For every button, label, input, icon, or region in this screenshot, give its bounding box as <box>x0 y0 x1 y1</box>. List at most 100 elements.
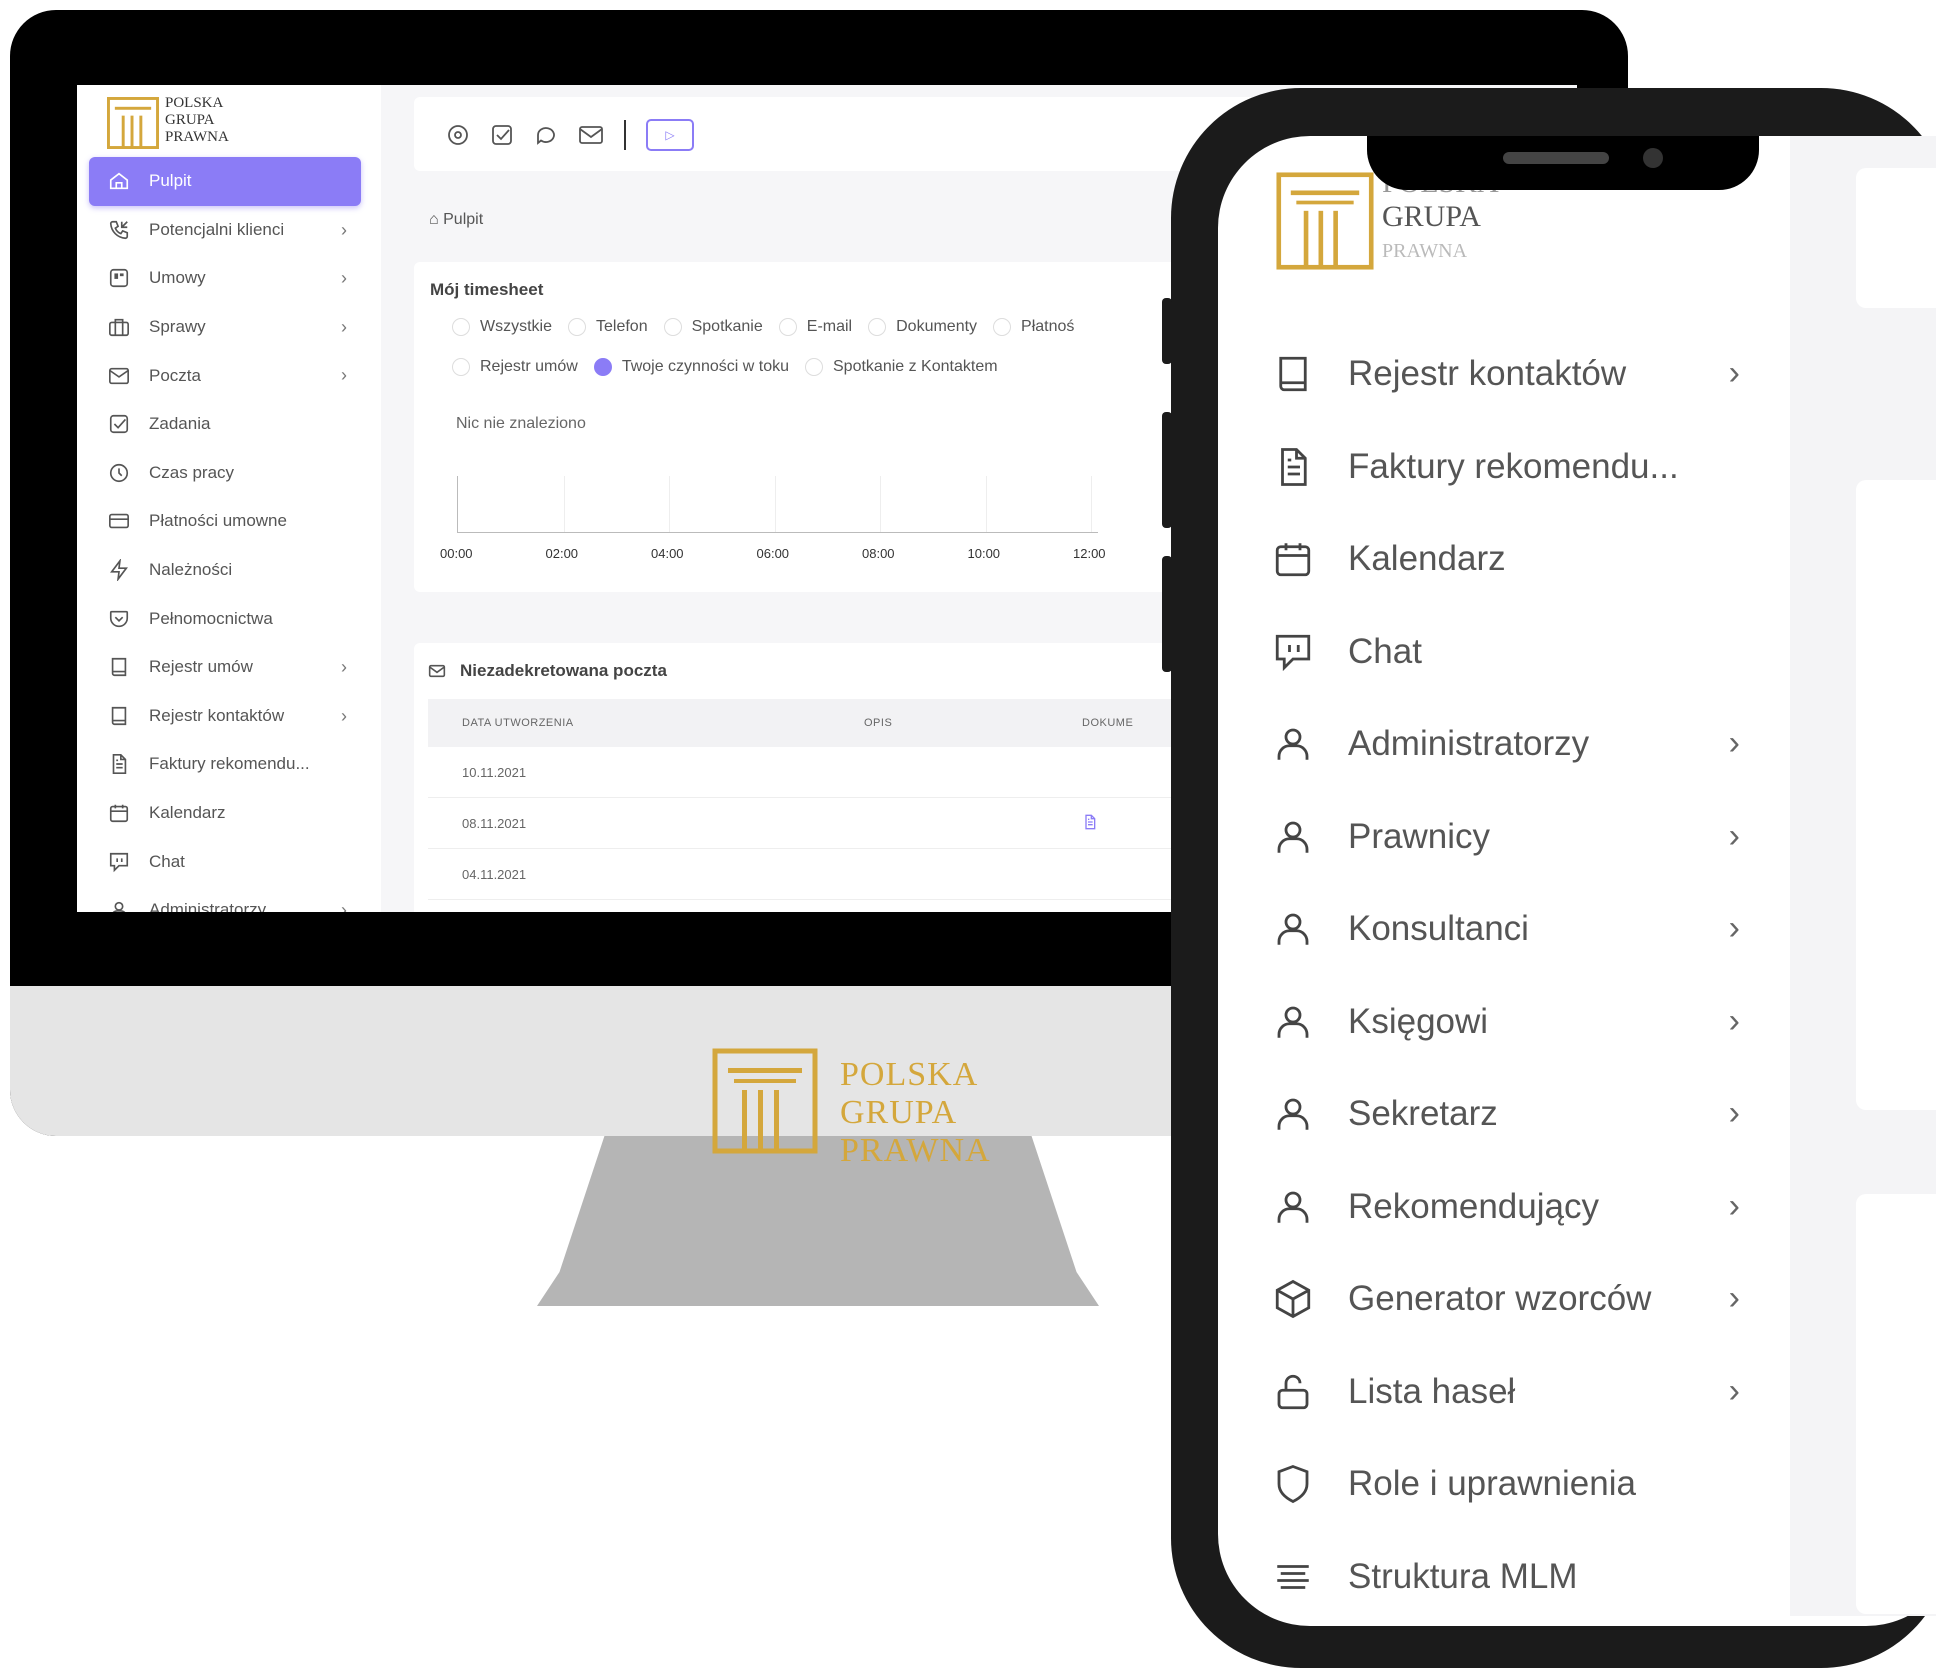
phone-menu-item-konsultanci[interactable]: Konsultanci › <box>1270 883 1740 976</box>
description-cell <box>863 797 1081 849</box>
sidebar-item-pelnomocnictwa[interactable]: Pełnomocnictwa <box>89 594 361 643</box>
filter-radio-telefon[interactable]: Telefon <box>568 318 648 336</box>
sidebar-item-zadania[interactable]: Zadania <box>89 400 361 449</box>
radio-indicator[interactable] <box>868 318 887 336</box>
sidebar-item-umowy[interactable]: Umowy › <box>89 254 361 303</box>
description-cell <box>863 747 1081 798</box>
toolbar-divider <box>624 120 626 150</box>
chevron-right-icon: › <box>341 705 347 726</box>
table-row[interactable]: 27.10.2021 <box>428 899 1188 912</box>
chevron-right-icon: › <box>1728 1001 1740 1040</box>
filter-radio-spotkanie[interactable]: Spotkanie <box>663 318 763 336</box>
chat-bubble-icon[interactable] <box>534 123 558 147</box>
filter-radio-twoje-czynnosci-w-toku[interactable]: Twoje czynności w toku <box>593 358 789 376</box>
radio-indicator[interactable] <box>568 318 586 336</box>
play-button[interactable]: ▷ <box>646 119 694 151</box>
phone-menu-item-generator-wzorcow[interactable]: Generator wzorców › <box>1270 1253 1740 1346</box>
filter-radio-dokumenty[interactable]: Dokumenty <box>868 318 977 336</box>
sidebar-item-potencjalni-klienci[interactable]: Potencjalni klienci › <box>89 206 361 255</box>
box-icon <box>1270 1276 1316 1322</box>
align-icon <box>1270 1554 1316 1600</box>
phone-menu-item-administratorzy[interactable]: Administratorzy › <box>1270 698 1740 791</box>
phone-menu-item-chat[interactable]: Chat <box>1270 606 1740 699</box>
phone-notch <box>1367 136 1759 190</box>
phone-menu-item-role-i-uprawnienia[interactable]: Role i uprawnienia <box>1270 1438 1740 1531</box>
sidebar-item-faktury-rekomendu[interactable]: Faktury rekomendu... <box>89 740 361 789</box>
brand-logo-chin: POLSKA GRUPA PRAWNA <box>712 1048 990 1169</box>
phone-menu-item-faktury-rekomendu[interactable]: Faktury rekomendu... <box>1270 421 1740 514</box>
sidebar-item-label: Płatności umowne <box>149 511 287 531</box>
phone-menu-item-rekomendujacy[interactable]: Rekomendujący › <box>1270 1161 1740 1254</box>
filter-radio-spotkanie-z-kontaktem[interactable]: Spotkanie z Kontaktem <box>805 358 998 376</box>
mail-icon[interactable] <box>578 123 604 147</box>
book-icon <box>107 704 131 728</box>
column-header[interactable]: OPIS <box>863 699 1081 747</box>
column-header[interactable]: DATA UTWORZENIA <box>428 699 863 747</box>
pocket-icon <box>107 607 131 631</box>
sidebar-item-label: Zadania <box>149 414 211 434</box>
sidebar-item-label: Czas pracy <box>149 462 235 482</box>
phone-menu-label: Rekomendujący <box>1348 1186 1599 1226</box>
sidebar-item-poczta[interactable]: Poczta › <box>89 351 361 400</box>
table-row[interactable]: 10.11.2021 <box>428 747 1188 798</box>
sidebar-item-label: Rejestr kontaktów <box>149 705 285 725</box>
date-cell: 04.11.2021 <box>428 848 863 900</box>
timesheet-filters-row2: Rejestr umów Twoje czynności w toku Spotka… <box>452 358 1014 376</box>
breadcrumb[interactable]: ⌂ Pulpit <box>429 211 483 229</box>
phone-menu-item-ksiegowi[interactable]: Księgowi › <box>1270 976 1740 1069</box>
phone-menu-label: Administratorzy <box>1348 724 1590 764</box>
filter-radio-e-mail[interactable]: E-mail <box>778 318 853 336</box>
sidebar-item-naleznosci[interactable]: Należności <box>89 546 361 595</box>
phone-menu-label: Kalendarz <box>1348 539 1506 579</box>
sidebar-item-label: Umowy <box>149 268 206 288</box>
phone-incoming-icon <box>107 218 131 242</box>
home-icon <box>107 169 131 193</box>
phone-menu-item-kalendarz[interactable]: Kalendarz <box>1270 513 1740 606</box>
phone-menu-label: Konsultanci <box>1348 909 1529 949</box>
mail-icon <box>428 664 446 678</box>
file-text-icon <box>1270 444 1316 490</box>
sidebar-item-platnosci-umowne[interactable]: Płatności umowne <box>89 497 361 546</box>
sidebar-item-administratorzy[interactable]: Administratorzy › <box>89 886 361 912</box>
radio-indicator[interactable] <box>452 358 470 376</box>
sidebar-item-pulpit[interactable]: Pulpit <box>89 157 361 206</box>
phone-menu-item-lista-hasel[interactable]: Lista haseł › <box>1270 1346 1740 1439</box>
sidebar-item-chat[interactable]: Chat <box>89 837 361 886</box>
phone-menu-item-struktura-mlm[interactable]: Struktura MLM <box>1270 1531 1740 1624</box>
phone-menu-item-prawnicy[interactable]: Prawnicy › <box>1270 791 1740 884</box>
sidebar-item-label: Rejestr umów <box>149 657 253 677</box>
filter-radio-platnos[interactable]: Płatnoś <box>993 318 1074 336</box>
pillar-logo-icon <box>1276 172 1374 270</box>
lightning-icon <box>107 558 131 582</box>
filter-radio-rejestr-umow[interactable]: Rejestr umów <box>452 358 578 376</box>
phone-menu-item-rejestr-kontaktow[interactable]: Rejestr kontaktów › <box>1270 328 1740 421</box>
peek-card <box>1856 1194 1936 1614</box>
sidebar-item-kalendarz[interactable]: Kalendarz <box>89 789 361 838</box>
document-icon[interactable] <box>1082 814 1098 833</box>
chevron-right-icon: › <box>341 316 347 337</box>
timesheet-title: Mój timesheet <box>430 280 544 299</box>
table-row[interactable]: 08.11.2021 <box>428 797 1188 849</box>
target-icon[interactable] <box>446 123 470 147</box>
radio-indicator[interactable] <box>593 358 612 376</box>
sidebar-item-rejestr-kontaktow[interactable]: Rejestr kontaktów › <box>89 692 361 741</box>
radio-indicator[interactable] <box>663 318 682 336</box>
filter-radio-wszystkie[interactable]: Wszystkie <box>452 318 552 336</box>
radio-indicator[interactable] <box>993 318 1012 336</box>
sidebar-item-sprawy[interactable]: Sprawy › <box>89 303 361 352</box>
phone-menu-label: Faktury rekomendu... <box>1348 446 1679 486</box>
timeline-gridline <box>985 476 987 532</box>
sidebar-item-czas-pracy[interactable]: Czas pracy <box>89 449 361 498</box>
task-check-icon[interactable] <box>490 123 514 147</box>
radio-indicator[interactable] <box>805 358 823 376</box>
radio-indicator[interactable] <box>778 318 797 336</box>
sidebar-item-rejestr-umow[interactable]: Rejestr umów › <box>89 643 361 692</box>
radio-indicator[interactable] <box>452 318 470 336</box>
phone-menu-item-sekretarz[interactable]: Sekretarz › <box>1270 1068 1740 1161</box>
filter-label: E-mail <box>806 318 853 335</box>
peek-card <box>1856 480 1936 1110</box>
description-cell <box>863 848 1081 900</box>
checkbox-icon <box>107 412 131 436</box>
camera-icon <box>1643 148 1663 168</box>
table-row[interactable]: 04.11.2021 <box>428 848 1188 900</box>
